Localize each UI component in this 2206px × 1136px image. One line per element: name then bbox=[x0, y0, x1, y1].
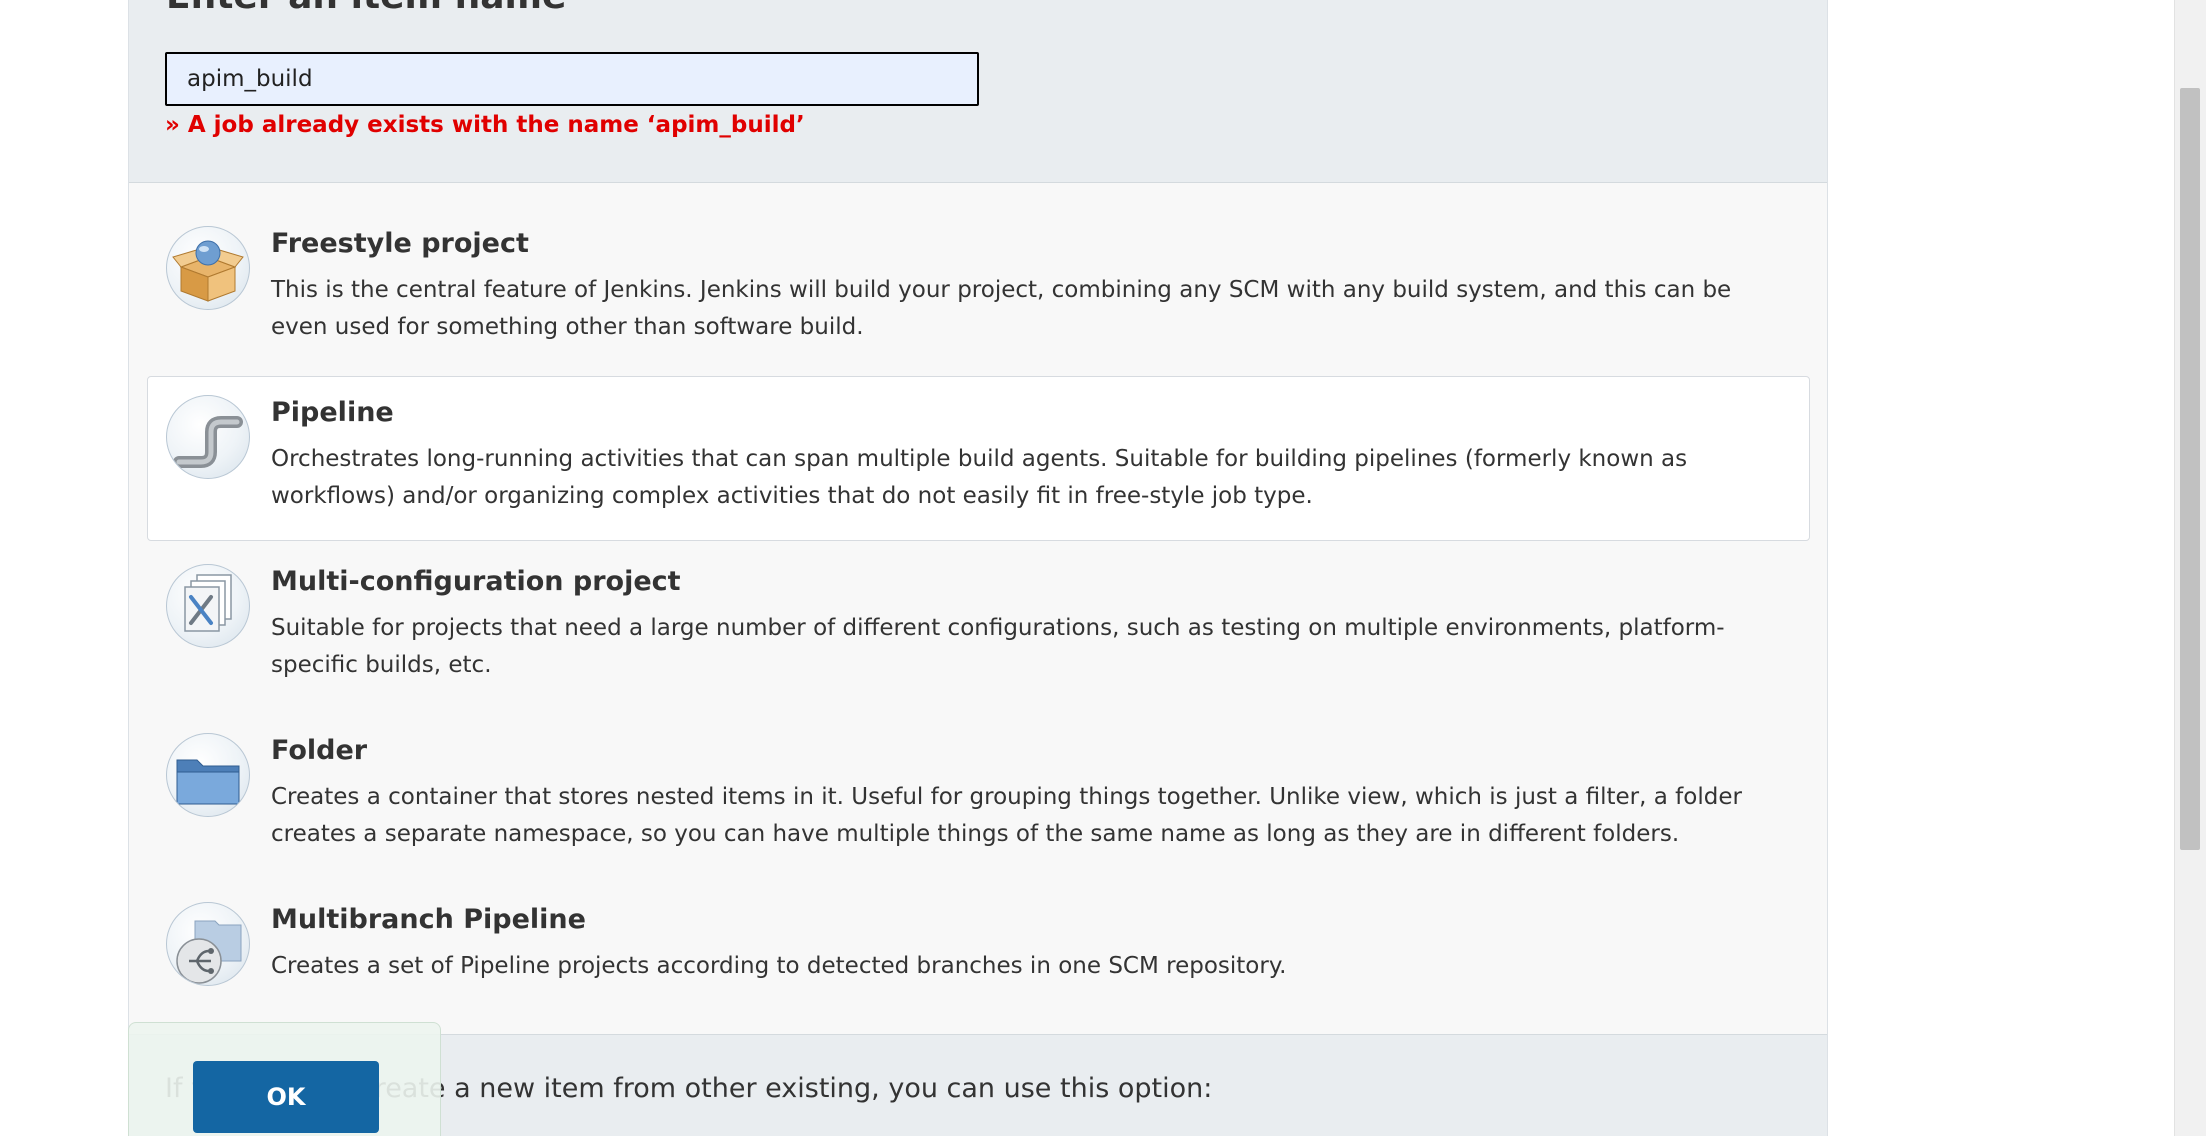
freestyle-project-icon bbox=[166, 226, 250, 310]
item-type-description: This is the central feature of Jenkins. … bbox=[271, 277, 1732, 340]
item-name-input[interactable] bbox=[165, 52, 979, 106]
folder-icon bbox=[166, 733, 250, 817]
scrollbar-thumb[interactable] bbox=[2180, 88, 2200, 850]
page-scrollbar[interactable] bbox=[2174, 0, 2206, 1136]
pipeline-icon bbox=[166, 395, 250, 479]
item-type-title: Multibranch Pipeline bbox=[271, 904, 586, 935]
item-type-multi-configuration-project[interactable]: Multi-configuration project Suitable for… bbox=[147, 545, 1810, 710]
item-type-title: Multi-configuration project bbox=[271, 566, 681, 597]
item-name-section: Enter an item name » A job already exist… bbox=[129, 0, 1827, 183]
item-type-description: Creates a container that stores nested i… bbox=[271, 784, 1742, 847]
multi-configuration-project-icon bbox=[166, 564, 250, 648]
item-type-pipeline[interactable]: Pipeline Orchestrates long-running activ… bbox=[147, 376, 1810, 541]
new-item-panel: Enter an item name » A job already exist… bbox=[128, 0, 1828, 1136]
item-type-description: Suitable for projects that need a large … bbox=[271, 615, 1725, 678]
item-type-freestyle-project[interactable]: Freestyle project This is the central fe… bbox=[147, 207, 1810, 372]
item-type-title: Freestyle project bbox=[271, 228, 529, 259]
item-type-description: Orchestrates long-running activities tha… bbox=[271, 446, 1688, 509]
page-title: Enter an item name bbox=[166, 0, 566, 17]
item-name-error: » A job already exists with the name ‘ap… bbox=[165, 112, 805, 138]
item-type-description: Creates a set of Pipeline projects accor… bbox=[271, 953, 1287, 979]
bottom-sticker: OK bbox=[128, 1022, 441, 1136]
item-type-title: Pipeline bbox=[271, 397, 394, 428]
ok-button[interactable]: OK bbox=[193, 1061, 379, 1133]
item-type-folder[interactable]: Folder Creates a container that stores n… bbox=[147, 714, 1810, 879]
multibranch-pipeline-icon bbox=[166, 902, 250, 986]
item-type-title: Folder bbox=[271, 735, 368, 766]
